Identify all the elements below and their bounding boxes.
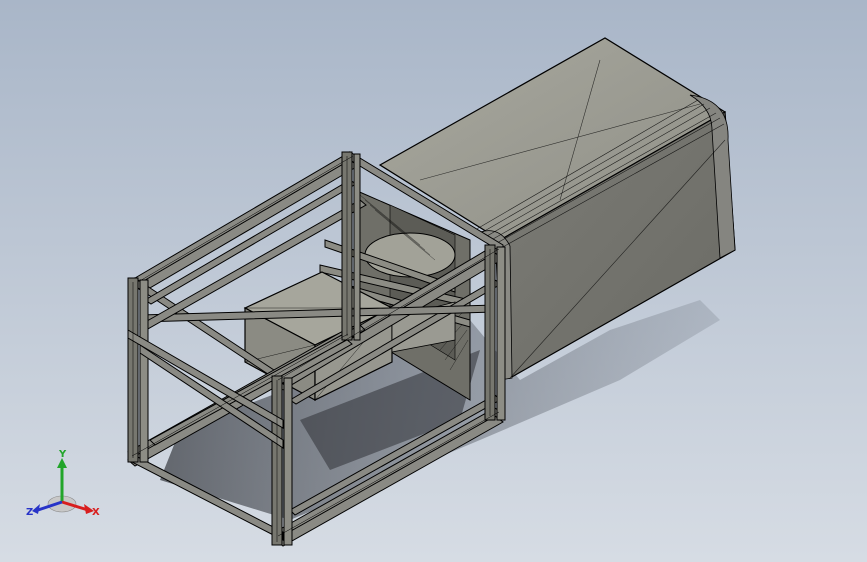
z-axis-label: Z bbox=[26, 507, 33, 518]
x-axis-label: X bbox=[92, 507, 100, 518]
cad-model-drawing[interactable] bbox=[0, 0, 867, 562]
coordinate-triad: Y X Z bbox=[26, 449, 100, 518]
y-axis-label: Y bbox=[58, 449, 67, 460]
3d-graphics-viewport[interactable]: Y X Z bbox=[0, 0, 867, 562]
